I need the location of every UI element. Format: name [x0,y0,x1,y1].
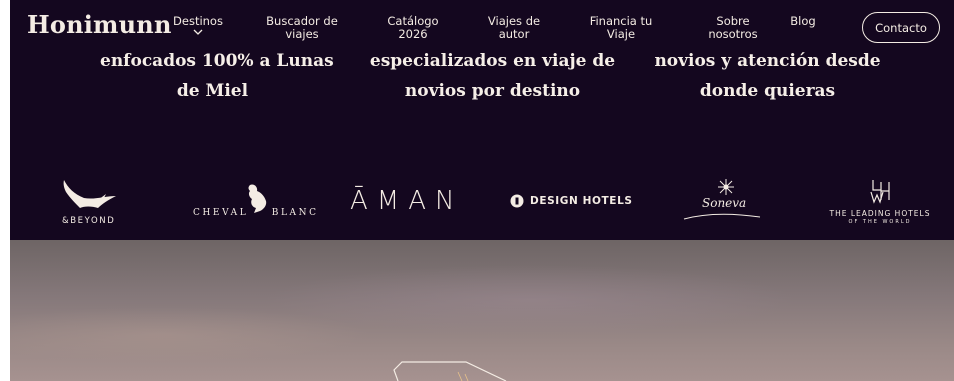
feature-line: novios por destino [404,81,581,101]
nav-item-blog[interactable]: Blog [786,15,820,28]
nav-item-viajes-autor[interactable]: Viajes de autor [483,15,545,41]
leading-hotels-subtext: OF THE WORLD [848,219,912,225]
feature-text-1: enfocados 100% a Lunas de Miel [100,46,334,106]
site-logo[interactable]: Honimunn [27,10,172,40]
nav-item-destinos[interactable]: Destinos [173,15,223,39]
sun-icon [718,179,734,195]
hero-image [10,240,954,381]
aman-logo: ĀMAN [350,186,464,216]
soneva-text: Soneva [702,196,747,210]
feature-line: de Miel [176,81,249,101]
top-nav: Honimunn Destinos Buscador de viajes Cat… [10,0,954,46]
nav-item-catalogo[interactable]: Catálogo 2026 [382,15,444,41]
nav-item-label: Destinos [173,14,223,28]
leading-hotels-text: THE LEADING HOTELS [829,209,931,218]
nav-item-financia[interactable]: Financia tu Viaje [585,15,657,41]
feature-line: enfocados 100% a Lunas [100,51,334,71]
andbeyond-logo: &BEYOND [54,178,134,228]
map-outline-graphic [393,361,507,381]
design-hotels-icon [510,194,524,208]
contact-button[interactable]: Contacto [862,12,940,43]
nav-item-buscador[interactable]: Buscador de viajes [263,15,341,41]
nav-item-sobre[interactable]: Sobre nosotros [700,15,766,41]
cheval-blanc-logo: CHEVAL BLANC [190,183,320,223]
feature-line: donde quieras [699,81,836,101]
leading-hotels-logo: THE LEADING HOTELS OF THE WORLD [825,178,935,228]
lhw-monogram-icon [870,180,890,204]
feature-line: especializados en viaje de [369,51,616,71]
andbeyond-text: &BEYOND [62,216,116,226]
feature-text-2: especializados en viaje de novios por de… [365,46,620,106]
cheval-blanc-text: CHEVAL BLANC [193,208,319,218]
soneva-swoosh [683,213,761,220]
page: Honimunn Destinos Buscador de viajes Cat… [10,0,954,381]
design-hotels-text: DESIGN HOTELS [530,195,633,207]
feature-text-3: novios y atención desde donde quieras [645,46,890,106]
soneva-logo: Soneva [682,178,762,224]
chevron-down-icon [173,29,223,39]
feature-line: novios y atención desde [654,51,881,71]
bird-icon [63,180,116,208]
